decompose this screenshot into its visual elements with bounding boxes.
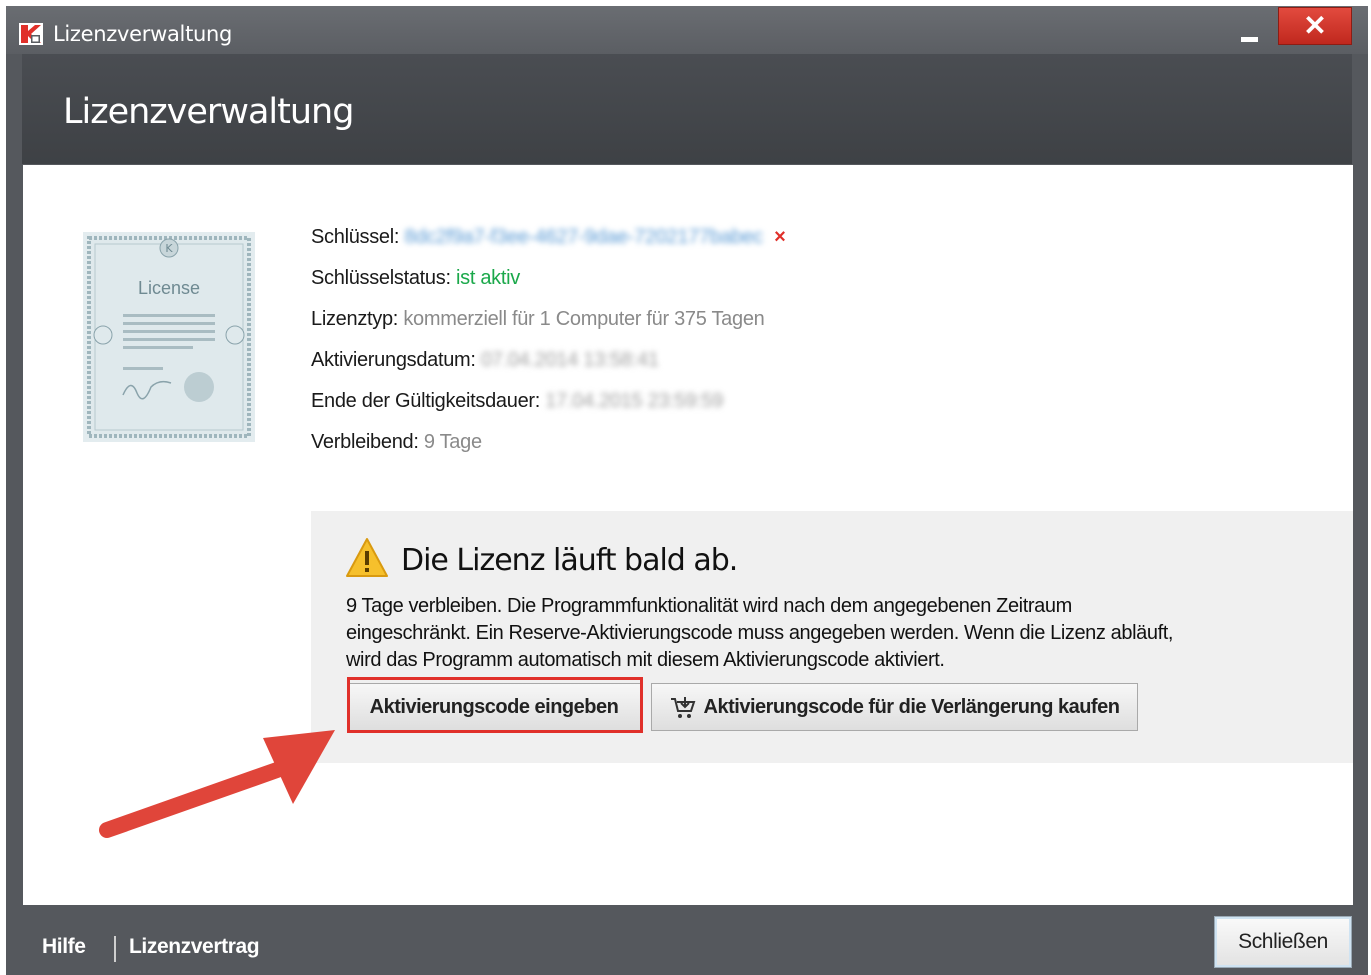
license-window: Lizenzverwaltung ✕ Lizenzverwaltung K Li… bbox=[6, 6, 1368, 975]
license-info: Schlüssel: 8dc2f9a7-f3ee-4627-9dae-72021… bbox=[311, 226, 786, 472]
main-content: K License Schlüssel: 8dc2f9a7-f3ee-4627-… bbox=[23, 165, 1353, 905]
expiry-label: Ende der Gültigkeitsdauer: bbox=[311, 390, 541, 412]
license-agreement-link[interactable]: Lizenzvertrag bbox=[129, 935, 260, 959]
status-label: Schlüsselstatus: bbox=[311, 267, 451, 289]
key-value-link[interactable]: 8dc2f9a7-f3ee-4627-9dae-7202177babec bbox=[404, 226, 763, 248]
key-label: Schlüssel: bbox=[311, 226, 400, 248]
warning-title: Die Lizenz läuft bald ab. bbox=[401, 543, 738, 578]
warning-line-1: 9 Tage verbleiben. Die Programmfunktiona… bbox=[346, 595, 1072, 617]
warning-text: 9 Tage verbleiben. Die Programmfunktiona… bbox=[346, 593, 1336, 674]
remove-key-icon[interactable]: × bbox=[774, 226, 786, 248]
page-title: Lizenzverwaltung bbox=[63, 92, 354, 132]
enter-activation-code-button[interactable]: Aktivierungscode eingeben bbox=[347, 683, 641, 731]
type-row: Lizenztyp: kommerziell für 1 Computer fü… bbox=[311, 308, 785, 349]
status-row: Schlüsselstatus: ist aktiv bbox=[311, 267, 785, 308]
license-certificate-image: K License bbox=[83, 232, 255, 442]
expiry-row: Ende der Gültigkeitsdauer: 17.04.2015 23… bbox=[311, 390, 785, 431]
kaspersky-logo-icon bbox=[19, 23, 43, 45]
buy-renewal-code-label: Aktivierungscode für die Verlängerung ka… bbox=[703, 696, 1120, 718]
warning-line-2: eingeschränkt. Ein Reserve-Aktivierungsc… bbox=[346, 622, 1174, 644]
close-window-button[interactable]: ✕ bbox=[1278, 7, 1352, 45]
certificate-label: License bbox=[138, 278, 200, 298]
remaining-value: 9 Tage bbox=[423, 431, 482, 453]
status-value: ist aktiv bbox=[455, 267, 520, 289]
expiry-value: 17.04.2015 23:59:59 bbox=[545, 390, 724, 412]
warning-icon bbox=[346, 538, 388, 577]
activation-row: Aktivierungsdatum: 07.04.2014 13:58:41 bbox=[311, 349, 785, 390]
warning-line-3: wird das Programm automatisch mit diesem… bbox=[346, 649, 945, 671]
svg-text:K: K bbox=[165, 242, 173, 255]
remaining-label: Verbleibend: bbox=[311, 431, 419, 453]
buy-renewal-code-button[interactable]: Aktivierungscode für die Verlängerung ka… bbox=[651, 683, 1138, 731]
close-button[interactable]: Schließen bbox=[1214, 916, 1352, 968]
key-row: Schlüssel: 8dc2f9a7-f3ee-4627-9dae-72021… bbox=[311, 226, 786, 267]
activation-value: 07.04.2014 13:58:41 bbox=[480, 349, 659, 371]
cart-icon bbox=[670, 696, 695, 718]
title-bar[interactable]: Lizenzverwaltung ✕ bbox=[6, 6, 1368, 54]
minimize-button[interactable] bbox=[1228, 20, 1272, 50]
help-link[interactable]: Hilfe bbox=[42, 935, 86, 959]
minimize-icon bbox=[1241, 37, 1258, 42]
footer-separator bbox=[114, 936, 116, 962]
page-header: Lizenzverwaltung bbox=[22, 54, 1352, 164]
remaining-row: Verbleibend: 9 Tage bbox=[311, 431, 785, 472]
window-title: Lizenzverwaltung bbox=[53, 22, 233, 46]
type-label: Lizenztyp: bbox=[311, 308, 399, 330]
activation-label: Aktivierungsdatum: bbox=[311, 349, 476, 371]
type-value: kommerziell für 1 Computer für 375 Tagen bbox=[403, 308, 765, 330]
license-expiry-warning: Die Lizenz läuft bald ab. 9 Tage verblei… bbox=[311, 511, 1353, 763]
